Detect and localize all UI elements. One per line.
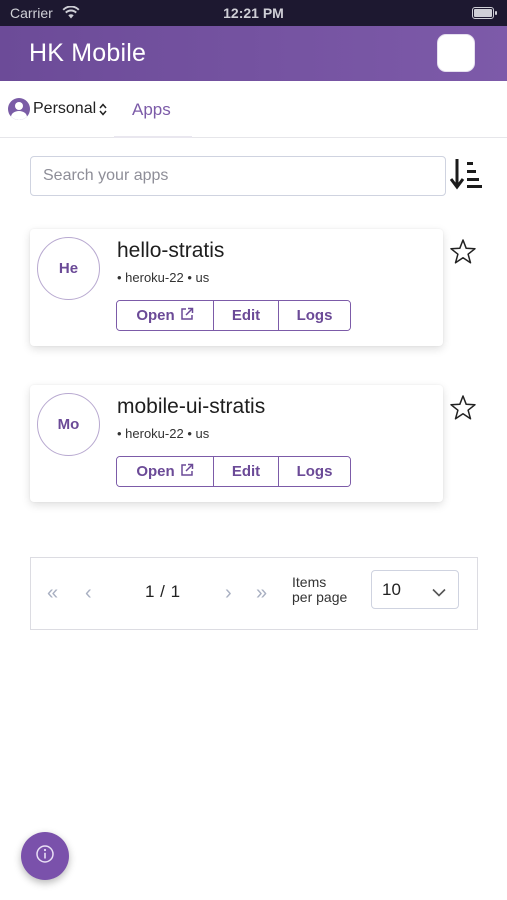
edit-app-button[interactable]: Edit: [213, 457, 278, 486]
favorite-button[interactable]: [449, 238, 477, 266]
star-outline-icon: [449, 239, 477, 270]
team-tab-bar: Personal Apps: [0, 81, 507, 138]
app-actions: Open Edit Logs: [116, 300, 351, 331]
tab-apps[interactable]: Apps: [114, 81, 192, 138]
info-icon: [35, 844, 55, 869]
app-avatar: Mo: [37, 393, 100, 456]
chevron-down-icon: [432, 584, 446, 602]
star-outline-icon: [449, 395, 477, 426]
page-status: 1 / 1: [145, 582, 181, 601]
external-link-icon: [180, 463, 194, 481]
status-bar: Carrier 12:21 PM: [0, 0, 507, 26]
app-header: HK Mobile: [0, 26, 507, 81]
app-meta: • heroku-22 • us: [117, 270, 210, 285]
next-page-button[interactable]: ›: [225, 581, 232, 605]
first-page-button[interactable]: «: [47, 581, 58, 605]
prev-page-button[interactable]: ‹: [85, 581, 92, 605]
status-time: 12:21 PM: [223, 5, 284, 21]
external-link-icon: [180, 307, 194, 325]
app-name[interactable]: hello-stratis: [117, 239, 224, 263]
open-app-button[interactable]: Open: [117, 301, 213, 330]
app-card: He hello-stratis • heroku-22 • us Open E…: [30, 229, 443, 346]
page-size-value: 10: [382, 580, 401, 599]
app-actions: Open Edit Logs: [116, 456, 351, 487]
favorite-button[interactable]: [449, 394, 477, 422]
tab-apps-label: Apps: [132, 100, 171, 119]
team-selector-label: Personal: [33, 100, 97, 117]
open-button-label: Open: [136, 463, 175, 480]
user-avatar-icon: [8, 98, 30, 120]
logs-app-button[interactable]: Logs: [278, 301, 350, 330]
search-input[interactable]: [30, 156, 446, 196]
open-app-button[interactable]: Open: [117, 457, 213, 486]
sort-button[interactable]: [449, 156, 484, 192]
items-per-page-line2: per page: [292, 589, 348, 605]
logs-app-button[interactable]: Logs: [278, 457, 350, 486]
pagination: « ‹ 1 / 1 › » Items per page 10: [30, 557, 478, 630]
edit-app-button[interactable]: Edit: [213, 301, 278, 330]
app-title: HK Mobile: [29, 39, 147, 67]
header-menu-button[interactable]: [437, 34, 475, 72]
info-button[interactable]: [21, 832, 69, 880]
team-selector[interactable]: Personal: [8, 96, 107, 122]
open-button-label: Open: [136, 307, 175, 324]
last-page-button[interactable]: »: [256, 581, 267, 605]
chevron-up-down-icon: [99, 102, 107, 116]
sort-icon: [449, 159, 484, 196]
page-size-select[interactable]: 10: [371, 570, 459, 609]
app-meta: • heroku-22 • us: [117, 426, 210, 441]
app-card: Mo mobile-ui-stratis • heroku-22 • us Op…: [30, 385, 443, 502]
items-per-page-line1: Items: [292, 574, 327, 590]
items-per-page-label: Items per page: [292, 575, 347, 605]
battery-icon: [472, 7, 497, 19]
app-avatar: He: [37, 237, 100, 300]
app-name[interactable]: mobile-ui-stratis: [117, 395, 265, 419]
